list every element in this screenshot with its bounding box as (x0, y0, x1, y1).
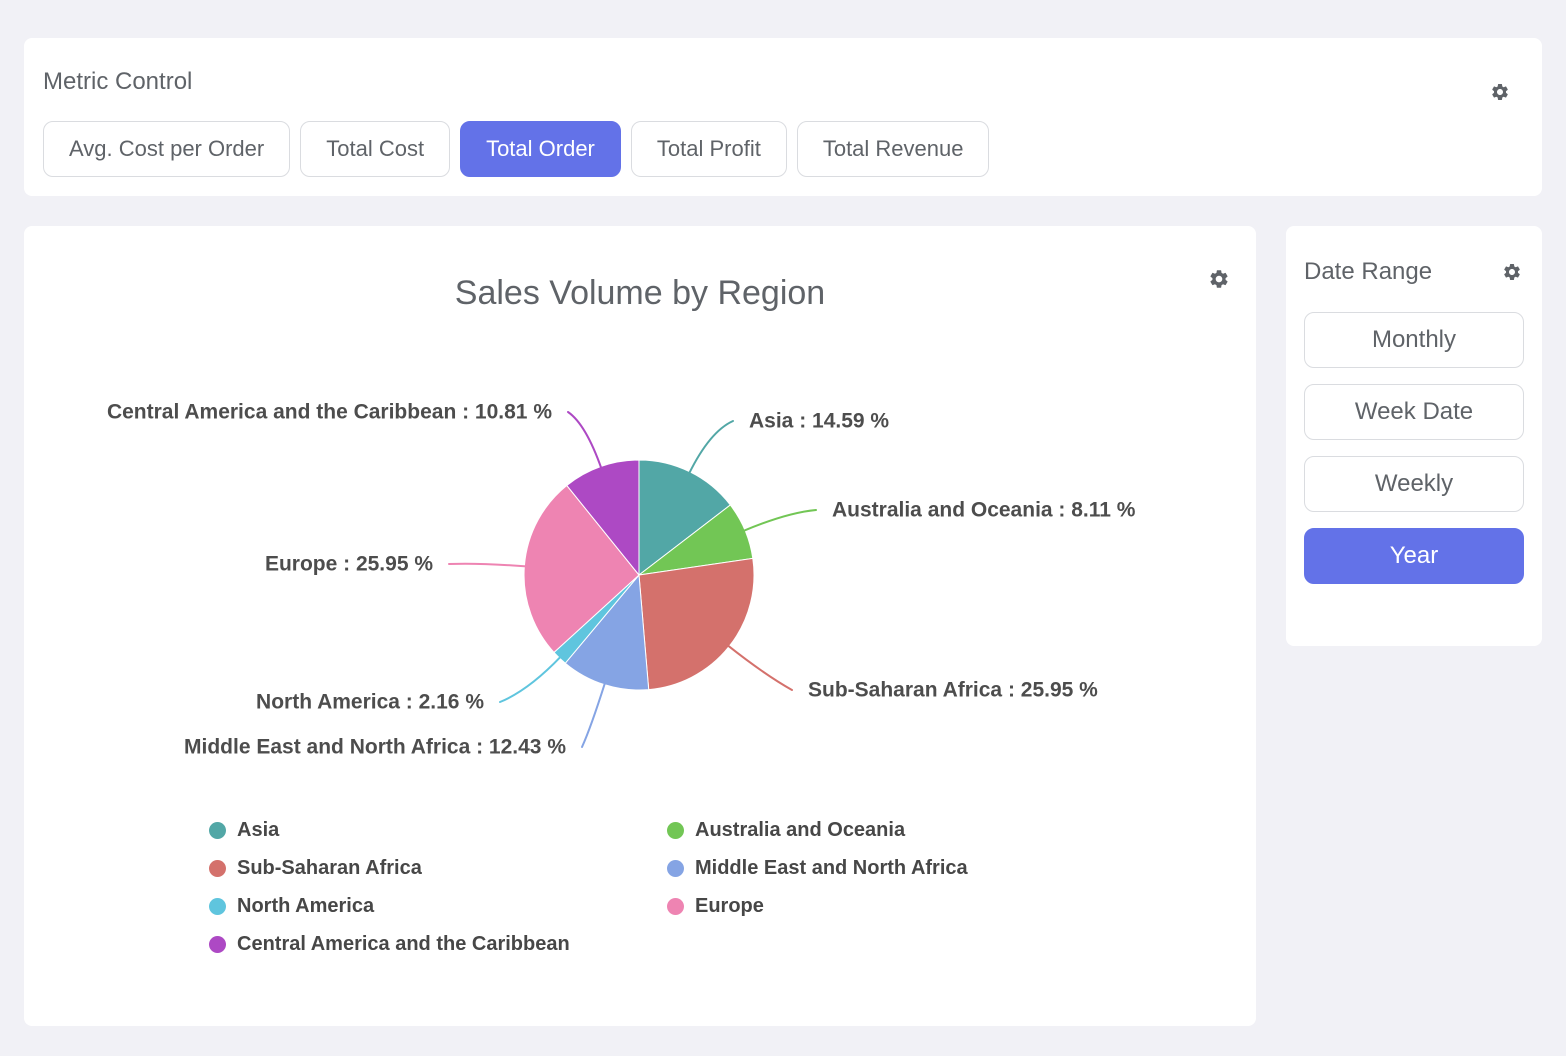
pie-label-sub-saharan-africa: Sub-Saharan Africa : 25.95 % (808, 679, 1098, 702)
legend-item-asia[interactable]: Asia (209, 815, 667, 845)
legend-label: Europe (695, 895, 764, 918)
legend-item-australia-and-oceania[interactable]: Australia and Oceania (667, 815, 968, 845)
dashboard-page: Metric Control Avg. Cost per OrderTotal … (0, 0, 1566, 1056)
legend-label: Australia and Oceania (695, 819, 905, 842)
date-range-title: Date Range (1304, 258, 1432, 286)
metric-control-gear-icon[interactable] (1490, 82, 1510, 102)
pie-label-line (449, 564, 526, 567)
pie-label-line (500, 657, 561, 702)
legend-swatch-icon (667, 822, 684, 839)
legend-swatch-icon (667, 860, 684, 877)
sales-volume-chart-panel: Sales Volume by Region Asia : 14.59 %Aus… (24, 226, 1256, 1026)
date-range-button-weekly[interactable]: Weekly (1304, 456, 1524, 512)
legend-label: Asia (237, 819, 279, 842)
metric-control-panel: Metric Control Avg. Cost per OrderTotal … (24, 38, 1542, 196)
pie-label-asia: Asia : 14.59 % (749, 410, 889, 433)
main-row: Sales Volume by Region Asia : 14.59 %Aus… (24, 226, 1542, 1026)
legend-item-europe[interactable]: Europe (667, 891, 968, 921)
date-range-header: Date Range (1304, 258, 1522, 286)
date-range-gear-icon[interactable] (1502, 262, 1522, 282)
date-range-button-monthly[interactable]: Monthly (1304, 312, 1524, 368)
date-range-panel: Date Range Monthly Week Date Weekly Year (1286, 226, 1542, 646)
legend-item-central-america-and-the-caribbean[interactable]: Central America and the Caribbean (209, 929, 667, 959)
metric-button-avg-cost-per-order[interactable]: Avg. Cost per Order (43, 121, 290, 177)
gear-glyph (1502, 262, 1522, 282)
metric-button-total-profit[interactable]: Total Profit (631, 121, 787, 177)
pie-label-central-america-and-the-caribbean: Central America and the Caribbean : 10.8… (107, 401, 552, 424)
legend-swatch-icon (667, 898, 684, 915)
pie-label-line (689, 421, 733, 474)
legend-swatch-icon (209, 860, 226, 877)
gear-glyph (1490, 82, 1510, 102)
pie-label-line (582, 683, 605, 747)
metric-button-total-revenue[interactable]: Total Revenue (797, 121, 990, 177)
legend-item-north-america[interactable]: North America (209, 891, 667, 921)
pie-label-line (728, 645, 793, 690)
metric-control-title: Metric Control (43, 68, 1522, 96)
legend-label: Middle East and North Africa (695, 857, 968, 880)
pie-slice-sub-saharan-africa[interactable] (639, 558, 754, 689)
pie-label-line (743, 510, 816, 531)
date-range-button-year[interactable]: Year (1304, 528, 1524, 584)
legend-swatch-icon (209, 898, 226, 915)
legend-item-middle-east-and-north-africa[interactable]: Middle East and North Africa (667, 853, 968, 883)
pie-label-north-america: North America : 2.16 % (256, 691, 484, 714)
legend-swatch-icon (209, 822, 226, 839)
legend-item-sub-saharan-africa[interactable]: Sub-Saharan Africa (209, 853, 667, 883)
pie-label-australia-and-oceania: Australia and Oceania : 8.11 % (832, 499, 1136, 522)
legend-swatch-icon (209, 936, 226, 953)
metric-button-total-order[interactable]: Total Order (460, 121, 621, 177)
pie-label-europe: Europe : 25.95 % (265, 553, 433, 576)
pie-label-middle-east-and-north-africa: Middle East and North Africa : 12.43 % (184, 736, 566, 759)
date-range-button-week-date[interactable]: Week Date (1304, 384, 1524, 440)
legend-label: Central America and the Caribbean (237, 933, 570, 956)
metric-button-group: Avg. Cost per OrderTotal CostTotal Order… (43, 121, 1522, 177)
legend-label: North America (237, 895, 374, 918)
metric-button-total-cost[interactable]: Total Cost (300, 121, 450, 177)
legend-label: Sub-Saharan Africa (237, 857, 422, 880)
pie-label-line (568, 412, 601, 469)
date-range-button-group: Monthly Week Date Weekly Year (1304, 312, 1524, 584)
chart-legend: Asia Australia and Oceania Sub-Saharan Afr… (209, 815, 968, 959)
